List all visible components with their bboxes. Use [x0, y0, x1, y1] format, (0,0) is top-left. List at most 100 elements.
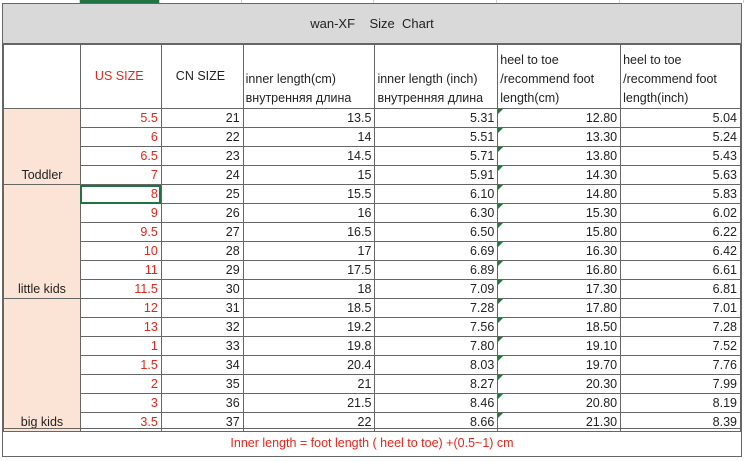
inner-length-cm-cell[interactable]: 14 — [242, 127, 376, 147]
inner-length-cm-cell[interactable]: 15 — [242, 165, 376, 185]
cn-size-cell[interactable]: 21 — [160, 108, 244, 128]
inner-length-inch-cell[interactable]: 8.27 — [374, 374, 499, 394]
inner-length-inch-cell[interactable]: 8.03 — [374, 355, 499, 375]
heel-to-toe-inch-cell[interactable]: 5.63 — [620, 165, 741, 185]
header-inner-length-inch[interactable]: inner length (inch) внутренняя длина — [374, 44, 499, 109]
selected-us-size-cell[interactable]: 8 — [79, 184, 162, 204]
cn-size-cell[interactable]: 36 — [160, 393, 244, 413]
header-us-size[interactable]: US SIZE — [79, 44, 162, 109]
cn-size-cell[interactable]: 34 — [160, 355, 244, 375]
header-heel-to-toe-cm[interactable]: heel to toe /recommend foot length(cm) — [497, 44, 622, 109]
inner-length-inch-cell[interactable]: 6.89 — [374, 260, 499, 280]
inner-length-inch-cell[interactable]: 6.69 — [374, 241, 499, 261]
us-size-cell[interactable]: 2 — [79, 374, 162, 394]
heel-to-toe-inch-cell[interactable]: 7.01 — [620, 298, 741, 318]
group-label[interactable]: big kids — [3, 298, 81, 432]
cn-size-cell[interactable]: 29 — [160, 260, 244, 280]
inner-length-inch-cell[interactable]: 6.10 — [374, 184, 499, 204]
inner-length-inch-cell[interactable]: 6.50 — [374, 222, 499, 242]
us-size-cell[interactable]: 1 — [79, 336, 162, 356]
us-size-cell[interactable]: 7 — [79, 165, 162, 185]
group-label[interactable]: little kids — [3, 184, 81, 299]
header-cn-size[interactable]: CN SIZE — [160, 44, 244, 109]
heel-to-toe-cm-cell[interactable]: 14.30 — [497, 165, 622, 185]
inner-length-inch-cell[interactable]: 7.28 — [374, 298, 499, 318]
inner-length-cm-cell[interactable]: 20.4 — [242, 355, 376, 375]
inner-length-inch-cell[interactable]: 5.51 — [374, 127, 499, 147]
heel-to-toe-cm-cell[interactable]: 19.10 — [497, 336, 622, 356]
cn-size-cell[interactable]: 30 — [160, 279, 244, 299]
cn-size-cell[interactable]: 32 — [160, 317, 244, 337]
us-size-cell[interactable]: 13 — [79, 317, 162, 337]
header-inner-length-cm[interactable]: inner length(cm) внутренняя длина — [242, 44, 376, 109]
heel-to-toe-cm-cell[interactable]: 19.70 — [497, 355, 622, 375]
us-size-cell[interactable]: 11.5 — [79, 279, 162, 299]
inner-length-cm-cell[interactable]: 14.5 — [242, 146, 376, 166]
inner-length-cm-cell[interactable]: 16 — [242, 203, 376, 223]
inner-length-cm-cell[interactable]: 13.5 — [242, 108, 376, 128]
cn-size-cell[interactable]: 35 — [160, 374, 244, 394]
inner-length-cm-cell[interactable]: 15.5 — [242, 184, 376, 204]
heel-to-toe-cm-cell[interactable]: 16.30 — [497, 241, 622, 261]
heel-to-toe-inch-cell[interactable]: 6.61 — [620, 260, 741, 280]
cn-size-cell[interactable]: 28 — [160, 241, 244, 261]
inner-length-inch-cell[interactable]: 5.71 — [374, 146, 499, 166]
us-size-cell[interactable]: 1.5 — [79, 355, 162, 375]
us-size-cell[interactable]: 12 — [79, 298, 162, 318]
heel-to-toe-inch-cell[interactable]: 6.02 — [620, 203, 741, 223]
heel-to-toe-inch-cell[interactable]: 5.43 — [620, 146, 741, 166]
inner-length-cm-cell[interactable]: 17.5 — [242, 260, 376, 280]
heel-to-toe-cm-cell[interactable]: 20.30 — [497, 374, 622, 394]
heel-to-toe-cm-cell[interactable]: 15.80 — [497, 222, 622, 242]
inner-length-cm-cell[interactable]: 18.5 — [242, 298, 376, 318]
inner-length-cm-cell[interactable]: 18 — [242, 279, 376, 299]
cn-size-cell[interactable]: 22 — [160, 127, 244, 147]
inner-length-cm-cell[interactable]: 17 — [242, 241, 376, 261]
us-size-cell[interactable]: 10 — [79, 241, 162, 261]
heel-to-toe-inch-cell[interactable]: 7.99 — [620, 374, 741, 394]
cn-size-cell[interactable]: 23 — [160, 146, 244, 166]
inner-length-cm-cell[interactable]: 16.5 — [242, 222, 376, 242]
cn-size-cell[interactable]: 24 — [160, 165, 244, 185]
us-size-cell[interactable]: 5.5 — [79, 108, 162, 128]
heel-to-toe-inch-cell[interactable]: 5.24 — [620, 127, 741, 147]
heel-to-toe-inch-cell[interactable]: 7.28 — [620, 317, 741, 337]
inner-length-inch-cell[interactable]: 7.80 — [374, 336, 499, 356]
heel-to-toe-inch-cell[interactable]: 5.04 — [620, 108, 741, 128]
cn-size-cell[interactable]: 26 — [160, 203, 244, 223]
inner-length-cm-cell[interactable]: 19.8 — [242, 336, 376, 356]
header-heel-to-toe-inch[interactable]: heel to toe /recommend foot length(inch) — [620, 44, 741, 109]
cn-size-cell[interactable]: 31 — [160, 298, 244, 318]
inner-length-cm-cell[interactable]: 21.5 — [242, 393, 376, 413]
us-size-cell[interactable]: 6.5 — [79, 146, 162, 166]
cn-size-cell[interactable]: 25 — [160, 184, 244, 204]
heel-to-toe-cm-cell[interactable]: 17.80 — [497, 298, 622, 318]
heel-to-toe-cm-cell[interactable]: 18.50 — [497, 317, 622, 337]
us-size-cell[interactable]: 11 — [79, 260, 162, 280]
inner-length-inch-cell[interactable]: 7.56 — [374, 317, 499, 337]
heel-to-toe-cm-cell[interactable]: 15.30 — [497, 203, 622, 223]
heel-to-toe-cm-cell[interactable]: 13.80 — [497, 146, 622, 166]
heel-to-toe-inch-cell[interactable]: 5.83 — [620, 184, 741, 204]
heel-to-toe-inch-cell[interactable]: 6.81 — [620, 279, 741, 299]
heel-to-toe-cm-cell[interactable]: 20.80 — [497, 393, 622, 413]
header-blank-cell[interactable] — [3, 44, 81, 109]
heel-to-toe-cm-cell[interactable]: 16.80 — [497, 260, 622, 280]
inner-length-inch-cell[interactable]: 7.09 — [374, 279, 499, 299]
heel-to-toe-cm-cell[interactable]: 17.30 — [497, 279, 622, 299]
us-size-cell[interactable]: 6 — [79, 127, 162, 147]
heel-to-toe-inch-cell[interactable]: 7.52 — [620, 336, 741, 356]
heel-to-toe-inch-cell[interactable]: 6.42 — [620, 241, 741, 261]
inner-length-cm-cell[interactable]: 19.2 — [242, 317, 376, 337]
heel-to-toe-cm-cell[interactable]: 13.30 — [497, 127, 622, 147]
inner-length-inch-cell[interactable]: 5.91 — [374, 165, 499, 185]
inner-length-inch-cell[interactable]: 6.30 — [374, 203, 499, 223]
heel-to-toe-inch-cell[interactable]: 6.22 — [620, 222, 741, 242]
cn-size-cell[interactable]: 27 — [160, 222, 244, 242]
inner-length-cm-cell[interactable]: 21 — [242, 374, 376, 394]
us-size-cell[interactable]: 9.5 — [79, 222, 162, 242]
heel-to-toe-cm-cell[interactable]: 12.80 — [497, 108, 622, 128]
us-size-cell[interactable]: 3 — [79, 393, 162, 413]
group-label[interactable]: Toddler — [3, 108, 81, 185]
heel-to-toe-inch-cell[interactable]: 7.76 — [620, 355, 741, 375]
